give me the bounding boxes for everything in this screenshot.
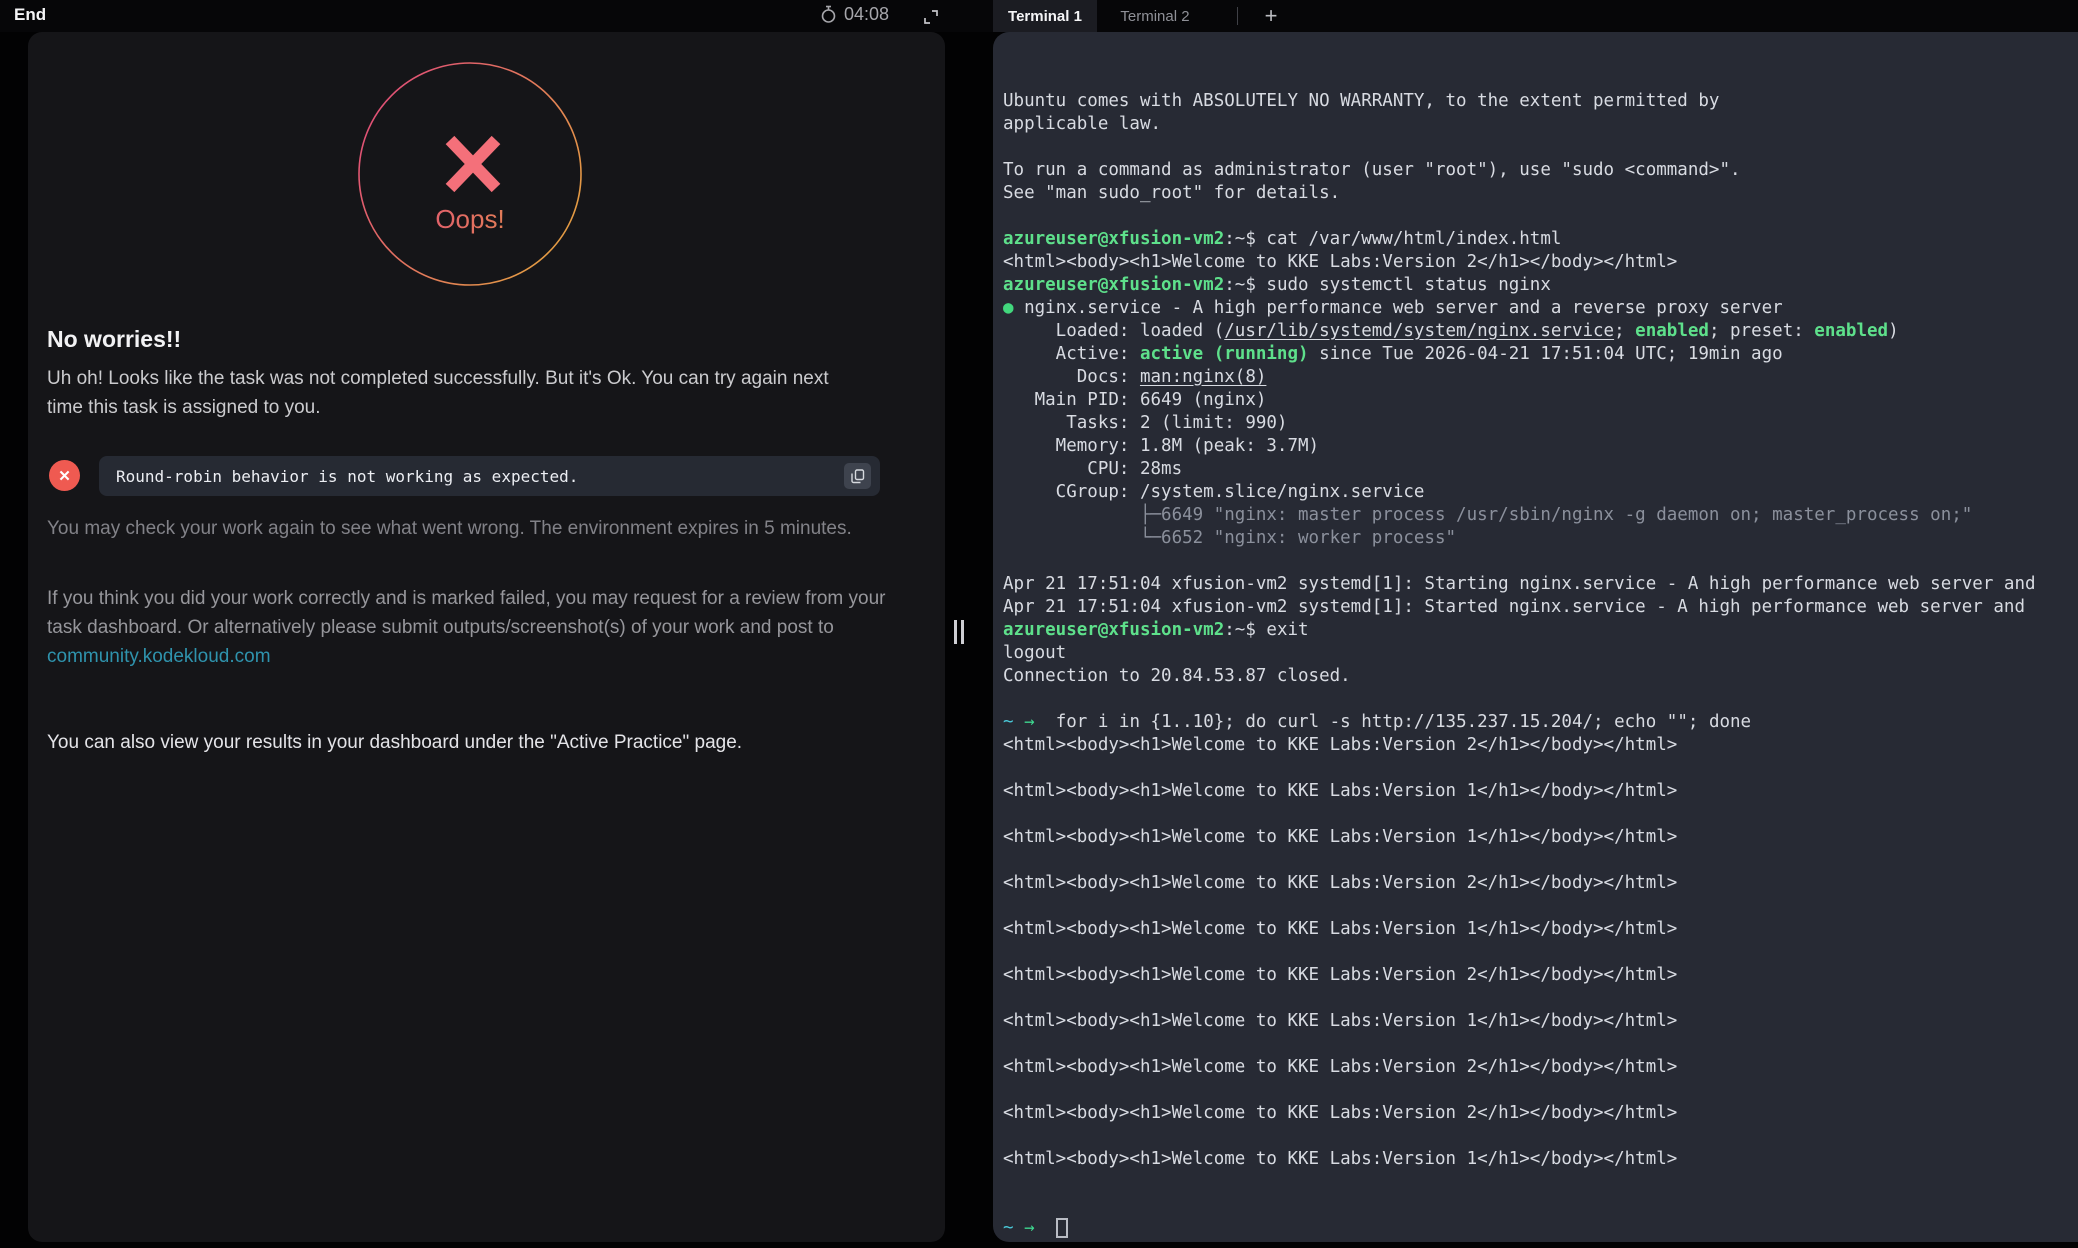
terminal-line: <html><body><h1>Welcome to KKE Labs:Vers…	[1003, 1148, 2078, 1171]
error-x-icon: ✕	[49, 460, 80, 491]
terminal-line: └─6652 "nginx: worker process"	[1003, 527, 2078, 550]
terminal-line: <html><body><h1>Welcome to KKE Labs:Vers…	[1003, 1056, 2078, 1079]
terminal-line: Loaded: loaded (/usr/lib/systemd/system/…	[1003, 320, 2078, 343]
terminal-line: Apr 21 17:51:04 xfusion-vm2 systemd[1]: …	[1003, 596, 2078, 619]
terminal-line: <html><body><h1>Welcome to KKE Labs:Vers…	[1003, 964, 2078, 987]
terminal-line: azureuser@xfusion-vm2:~$ cat /var/www/ht…	[1003, 228, 2078, 251]
terminal-line	[1003, 849, 2078, 872]
community-link[interactable]: community.kodekloud.com	[47, 646, 271, 667]
terminal-line	[1003, 757, 2078, 780]
terminal-line	[1003, 1079, 2078, 1102]
terminal-line: Ubuntu comes with ABSOLUTELY NO WARRANTY…	[1003, 90, 2078, 113]
terminal-line: Memory: 1.8M (peak: 3.7M)	[1003, 435, 2078, 458]
tab-terminal-2[interactable]: Terminal 2	[1110, 0, 1200, 32]
expand-icon[interactable]	[922, 8, 940, 26]
terminal-line: See "man sudo_root" for details.	[1003, 182, 2078, 205]
terminal-line	[1003, 987, 2078, 1010]
error-message-text: Round-robin behavior is not working as e…	[116, 467, 578, 486]
terminal-line: Docs: man:nginx(8)	[1003, 366, 2078, 389]
terminal-line	[1003, 205, 2078, 228]
terminal-line: <html><body><h1>Welcome to KKE Labs:Vers…	[1003, 251, 2078, 274]
copy-button[interactable]	[844, 463, 871, 489]
result-heading: No worries!!	[47, 326, 181, 353]
terminal-line: Active: active (running) since Tue 2026-…	[1003, 343, 2078, 366]
oops-label: Oops!	[357, 204, 583, 235]
terminal-line: azureuser@xfusion-vm2:~$ exit	[1003, 619, 2078, 642]
top-bar: End 04:08 Terminal 1 Terminal 2 +	[0, 0, 2078, 32]
terminal-line	[1003, 136, 2078, 159]
terminal-line: Main PID: 6649 (nginx)	[1003, 389, 2078, 412]
result-panel: Oops! No worries!! Uh oh! Looks like the…	[28, 32, 945, 1242]
end-button[interactable]: End	[14, 5, 46, 25]
terminal-line	[1003, 688, 2078, 711]
failure-x-icon	[450, 140, 496, 188]
copy-icon	[851, 469, 865, 484]
terminal-line: azureuser@xfusion-vm2:~$ sudo systemctl …	[1003, 274, 2078, 297]
terminal-line: ├─6649 "nginx: master process /usr/sbin/…	[1003, 504, 2078, 527]
terminal-line	[1003, 803, 2078, 826]
dashboard-note: You can also view your results in your d…	[47, 732, 742, 754]
terminal-line: CPU: 28ms	[1003, 458, 2078, 481]
terminal-line: <html><body><h1>Welcome to KKE Labs:Vers…	[1003, 734, 2078, 757]
review-note: If you think you did your work correctly…	[47, 584, 899, 671]
terminal-line: <html><body><h1>Welcome to KKE Labs:Vers…	[1003, 918, 2078, 941]
terminal-line: Apr 21 17:51:04 xfusion-vm2 systemd[1]: …	[1003, 573, 2078, 596]
expiry-note: You may check your work again to see wha…	[47, 518, 852, 540]
terminal-line: <html><body><h1>Welcome to KKE Labs:Vers…	[1003, 826, 2078, 849]
timer-value: 04:08	[844, 4, 889, 25]
terminal-line: <html><body><h1>Welcome to KKE Labs:Vers…	[1003, 1102, 2078, 1125]
drag-handle-bar	[961, 620, 964, 644]
session-timer: 04:08	[820, 4, 889, 25]
tab-separator	[1237, 7, 1238, 25]
terminal-line: Connection to 20.84.53.87 closed.	[1003, 665, 2078, 688]
terminal-line	[1003, 550, 2078, 573]
terminal-line: ● nginx.service - A high performance web…	[1003, 297, 2078, 320]
panel-divider-handle[interactable]	[954, 620, 966, 644]
terminal-line: <html><body><h1>Welcome to KKE Labs:Vers…	[1003, 1010, 2078, 1033]
terminal-line: <html><body><h1>Welcome to KKE Labs:Vers…	[1003, 872, 2078, 895]
terminal-line: applicable law.	[1003, 113, 2078, 136]
terminal-line: logout	[1003, 642, 2078, 665]
new-tab-button[interactable]: +	[1256, 1, 1286, 31]
terminal-line: ~ → for i in {1..10}; do curl -s http://…	[1003, 711, 2078, 734]
terminal-line	[1003, 941, 2078, 964]
tab-terminal-1[interactable]: Terminal 1	[993, 0, 1097, 32]
error-message-box: Round-robin behavior is not working as e…	[99, 456, 880, 496]
terminal-line: CGroup: /system.slice/nginx.service	[1003, 481, 2078, 504]
result-message: Uh oh! Looks like the task was not compl…	[47, 364, 847, 422]
stopwatch-icon	[820, 5, 837, 24]
terminal-line	[1003, 1171, 2078, 1194]
terminal-line	[1003, 895, 2078, 918]
terminal-line	[1003, 1194, 2078, 1217]
error-row: ✕ Round-robin behavior is not working as…	[28, 456, 945, 496]
drag-handle-bar	[954, 620, 957, 644]
terminal-line: To run a command as administrator (user …	[1003, 159, 2078, 182]
terminal-line	[1003, 1033, 2078, 1056]
terminal-line: Tasks: 2 (limit: 990)	[1003, 412, 2078, 435]
terminal-screen[interactable]: Ubuntu comes with ABSOLUTELY NO WARRANTY…	[993, 32, 2078, 1242]
terminal-line: <html><body><h1>Welcome to KKE Labs:Vers…	[1003, 780, 2078, 803]
terminal-line	[1003, 1125, 2078, 1148]
oops-circle	[357, 61, 583, 287]
terminal-line: ~ →	[1003, 1217, 2078, 1240]
terminal-cursor	[1056, 1218, 1068, 1238]
